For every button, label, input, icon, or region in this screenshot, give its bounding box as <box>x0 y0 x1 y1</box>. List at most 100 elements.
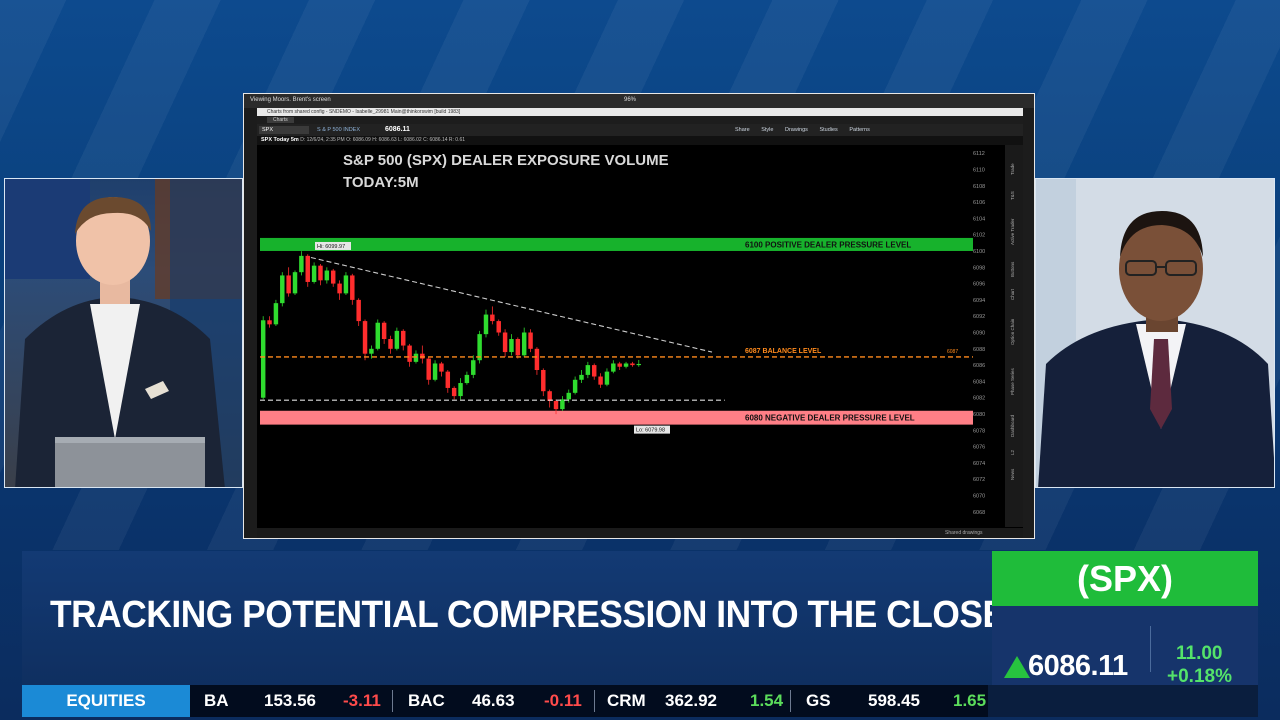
candle-body <box>560 399 565 410</box>
side-buttons[interactable]: Buttons <box>1010 262 1015 277</box>
ticker-label: EQUITIES <box>22 685 190 717</box>
side-trade[interactable]: Trade <box>1010 163 1015 175</box>
side-panel: Trade T&S Active Trader Buttons Chart Op… <box>1005 145 1023 527</box>
candle-body <box>420 353 425 359</box>
candle-body <box>318 265 323 281</box>
drawings-button[interactable]: Drawings <box>785 127 808 133</box>
ticker-change: 1.54 <box>750 685 783 717</box>
candle-body <box>483 314 489 335</box>
tab-charts[interactable]: Charts <box>267 117 294 123</box>
candle-body <box>515 339 521 356</box>
candle-body <box>292 272 298 294</box>
zoom-level[interactable]: 96% <box>624 97 636 103</box>
last-price: 6086.11 <box>385 126 410 133</box>
candle-body <box>375 322 381 349</box>
candle-body <box>451 387 457 397</box>
candle-body <box>617 363 622 367</box>
candle-body <box>407 345 412 362</box>
candle-body <box>477 334 482 361</box>
ticker-price-value: 153.56 <box>264 691 316 710</box>
balance-tag: 6087 <box>947 349 958 355</box>
hi-label: Hi: 6099.97 <box>317 244 345 250</box>
share-button[interactable]: Share <box>735 127 750 133</box>
ticker-change: -3.11 <box>343 685 381 717</box>
candle-body <box>324 270 330 281</box>
candle-body <box>528 332 533 349</box>
ticker-change: -0.11 <box>544 685 582 717</box>
y-tick-label: 6098 <box>973 265 985 271</box>
ticker-symbol: GS <box>806 691 831 710</box>
side-l2[interactable]: L2 <box>1010 450 1015 455</box>
side-ts[interactable]: T&S <box>1010 191 1015 200</box>
price-chart[interactable]: 6100 POSITIVE DEALER PRESSURE LEVEL 6087 … <box>257 145 1023 538</box>
side-option-chain[interactable]: Option Chain <box>1010 319 1015 345</box>
symbol-input[interactable]: SPX <box>259 126 309 134</box>
ticker-symbol: BA <box>204 691 229 710</box>
candle-body <box>509 339 514 353</box>
ticker-price: 362.92 <box>665 685 717 717</box>
candle-body <box>611 363 616 372</box>
host-left-figure <box>5 179 242 487</box>
y-tick-label: 6096 <box>973 282 985 288</box>
chart-name: SPX Today 5m <box>261 137 299 143</box>
screen-title: Viewing Moors. Brent's screen <box>250 97 331 103</box>
candle-body <box>388 339 393 349</box>
y-tick-label: 6100 <box>973 249 985 255</box>
side-phase-series[interactable]: Phase Series <box>1010 368 1015 395</box>
candle-body <box>394 330 400 349</box>
ticker-price-value: 46.63 <box>472 691 515 710</box>
side-dashboard[interactable]: Dashboard <box>1010 415 1015 437</box>
y-tick-label: 6094 <box>973 298 985 304</box>
y-tick-label: 6090 <box>973 331 985 337</box>
ticker-change-value: -3.11 <box>343 691 381 710</box>
studies-button[interactable]: Studies <box>819 127 837 133</box>
candle-body <box>260 320 266 398</box>
y-tick-label: 6080 <box>973 412 985 418</box>
candle-body <box>585 365 591 375</box>
app-title: Charts from shared config - SNDEMO - Isa… <box>257 108 1023 116</box>
shared-drawings-button[interactable]: Shared drawings <box>945 530 983 536</box>
side-chart[interactable]: Chart <box>1010 289 1015 300</box>
level-label: 6080 NEGATIVE DEALER PRESSURE LEVEL <box>745 414 915 423</box>
candle-body <box>598 376 603 385</box>
candle-body <box>636 363 642 366</box>
candle-body <box>547 391 552 401</box>
chart-header: SPX Today 5m D: 12/6/24, 2:35 PM O: 6086… <box>257 136 1023 145</box>
ticker-change-value: 1.65 <box>953 691 987 710</box>
candle-body <box>356 299 361 322</box>
y-tick-label: 6104 <box>973 216 985 222</box>
symbol-description: S & P 500 INDEX <box>317 127 361 133</box>
quote-panel: 6086.11 11.00 +0.18% <box>992 606 1258 687</box>
patterns-button[interactable]: Patterns <box>849 127 869 133</box>
side-active-trader[interactable]: Active Trader <box>1010 218 1015 245</box>
candle-body <box>490 314 495 322</box>
chart-subtitle: TODAY:5M <box>343 174 419 191</box>
ticker-item: BA <box>204 685 229 717</box>
y-tick-label: 6112 <box>973 151 985 157</box>
y-tick-label: 6108 <box>973 184 985 190</box>
style-button[interactable]: Style <box>761 127 773 133</box>
candle-body <box>471 360 476 375</box>
candle-body <box>566 392 571 400</box>
side-news[interactable]: News <box>1010 469 1015 480</box>
ticker-change: 1.65 <box>953 685 986 717</box>
candle-body <box>630 363 635 366</box>
y-tick-label: 6086 <box>973 363 985 369</box>
ticker-separator <box>392 690 393 712</box>
y-tick-label: 6082 <box>973 396 985 402</box>
ticker-item: GS <box>806 685 831 717</box>
level-label: 6100 POSITIVE DEALER PRESSURE LEVEL <box>745 240 911 249</box>
ticker-price-value: 598.45 <box>868 691 920 710</box>
toolbar-buttons: Share Style Drawings Studies Patterns <box>735 127 880 133</box>
ticker-bar: EQUITIES BA 153.56 -3.11 BAC 46.63 -0.11… <box>22 685 988 717</box>
candle-body <box>439 363 444 372</box>
lo-label: Lo: 6079.98 <box>636 428 665 434</box>
candle-body <box>591 365 597 377</box>
ticker-change-value: 1.54 <box>750 691 784 710</box>
y-tick-label: 6072 <box>973 477 985 483</box>
candle-body <box>496 321 501 333</box>
ticker-symbol: BAC <box>408 691 445 710</box>
y-tick-label: 6068 <box>973 510 985 516</box>
level-label: 6087 BALANCE LEVEL <box>745 348 822 355</box>
status-bar: Shared drawings <box>257 528 1023 538</box>
